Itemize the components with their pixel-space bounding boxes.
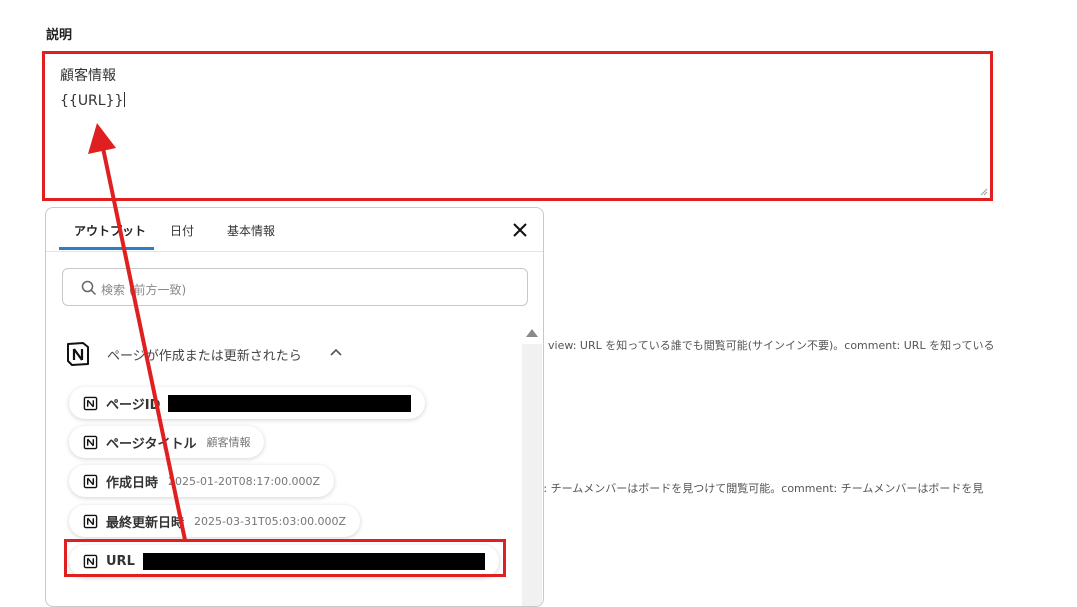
close-icon[interactable]: [511, 221, 529, 239]
tab-output[interactable]: アウトプット: [74, 222, 146, 239]
search-icon: [81, 280, 97, 296]
chip-value: 2025-01-20T08:17:00.000Z: [168, 474, 321, 488]
description-label: 説明: [46, 28, 73, 43]
chip-value: 顧客情報: [206, 436, 251, 449]
search-input[interactable]: 検索 (前方一致): [62, 268, 528, 306]
chip-label: 最終更新日時: [106, 515, 185, 531]
variable-chip-last-edited-time[interactable]: 最終更新日時 2025-03-31T05:03:00.000Z: [69, 505, 361, 537]
scroll-up-arrow-icon[interactable]: [526, 329, 538, 337]
notion-icon: [83, 396, 98, 410]
tab-date[interactable]: 日付: [170, 222, 194, 239]
description-line-1: 顧客情報: [60, 68, 116, 84]
redacted-value: [168, 394, 412, 412]
description-line-2: {{URL}}: [60, 92, 126, 109]
scrollbar-track[interactable]: [522, 344, 542, 606]
notion-icon: [83, 435, 98, 449]
variable-chip-page-id[interactable]: ページID: [69, 387, 426, 419]
background-sharing-text-2: w: チームメンバーはボードを見つけて閲覧可能。comment: チームメンバー…: [535, 482, 984, 495]
variable-chip-page-title[interactable]: ページタイトル 顧客情報: [69, 426, 265, 458]
notion-icon: [67, 342, 89, 366]
notion-icon: [83, 514, 98, 528]
notion-icon: [83, 474, 98, 488]
url-highlight-box: [64, 539, 506, 577]
chip-label: ページID: [106, 397, 161, 413]
chip-label: 作成日時: [106, 475, 159, 491]
variable-chip-created-time[interactable]: 作成日時 2025-01-20T08:17:00.000Z: [69, 465, 335, 497]
chip-value: 2025-03-31T05:03:00.000Z: [194, 514, 347, 528]
chip-label: ページタイトル: [106, 436, 197, 452]
description-line-2-text: {{URL}}: [60, 93, 124, 109]
tab-basic-info[interactable]: 基本情報: [227, 222, 275, 239]
description-textarea[interactable]: 顧客情報 {{URL}}: [42, 51, 993, 201]
text-caret: [124, 92, 126, 107]
resize-grip-icon[interactable]: [980, 188, 988, 196]
active-tab-indicator: [59, 247, 154, 250]
popup-tabs: アウトプット 日付 基本情報: [46, 208, 543, 252]
background-sharing-text-1: view: URL を知っている誰でも閲覧可能(サインイン不要)。comment…: [548, 339, 995, 352]
chevron-up-icon[interactable]: [330, 348, 342, 356]
search-placeholder: 検索 (前方一致): [101, 283, 187, 297]
section-title[interactable]: ページが作成または更新されたら: [107, 345, 302, 364]
